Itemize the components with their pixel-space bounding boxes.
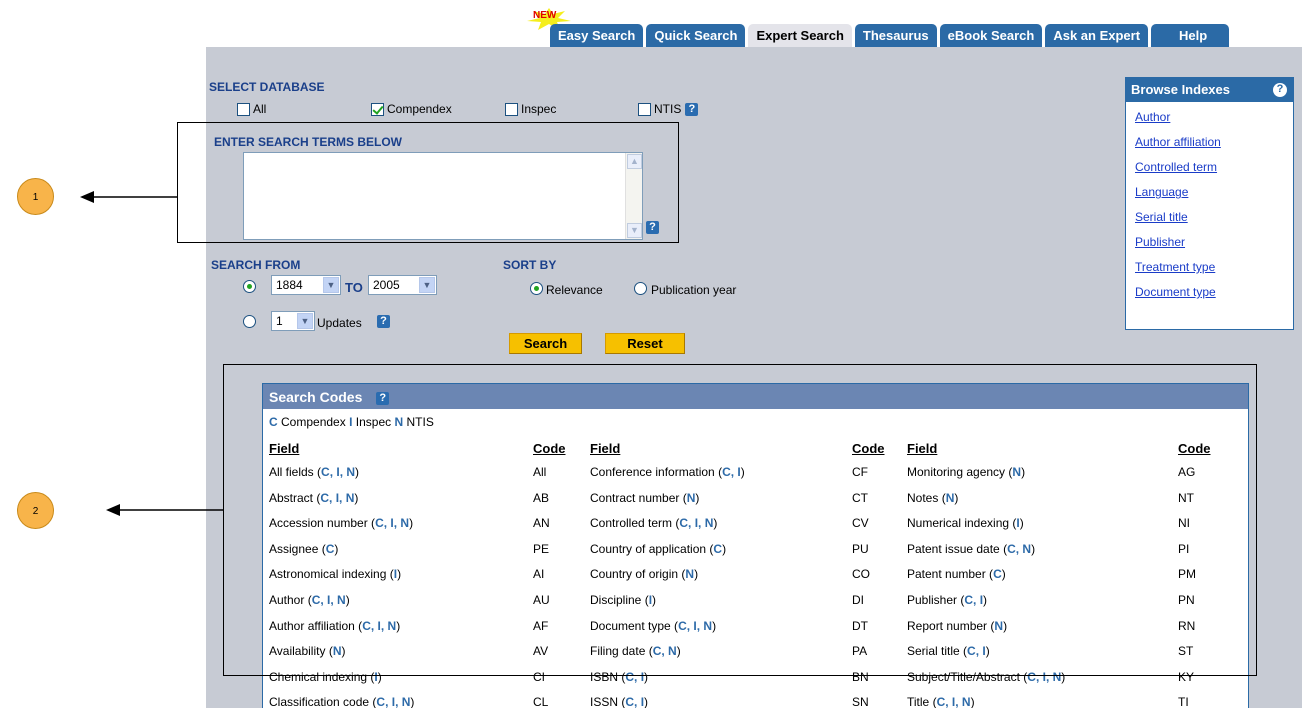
sort-publication-year-label: Publication year	[651, 283, 737, 297]
from-year-select[interactable]: 1884 ▼	[271, 275, 341, 295]
browse-link-publisher[interactable]: Publisher	[1135, 229, 1293, 254]
updates-radio[interactable]	[243, 315, 256, 328]
search-button[interactable]: Search	[509, 333, 582, 354]
updates-select[interactable]: 1 ▼	[271, 311, 315, 331]
db-ntis-option[interactable]: NTIS ?	[638, 102, 699, 116]
browse-link-treatment-type[interactable]: Treatment type	[1135, 254, 1293, 279]
browse-link-serial-title[interactable]: Serial title	[1135, 204, 1293, 229]
db-ntis-label: NTIS	[654, 102, 682, 116]
browse-indexes-title: Browse Indexes	[1131, 82, 1230, 97]
field-name: ISSN	[590, 695, 619, 708]
tab-expert-search[interactable]: Expert Search	[748, 24, 852, 47]
field-databases: C, I	[625, 695, 645, 708]
field-name: Classification code	[269, 695, 370, 708]
arrow-2-icon	[106, 504, 224, 516]
db-inspec-option[interactable]: Inspec	[505, 102, 556, 116]
db-inspec-checkbox[interactable]	[505, 102, 518, 116]
callout-1: 1	[17, 178, 54, 215]
reset-button[interactable]: Reset	[605, 333, 685, 354]
to-year-value: 2005	[373, 278, 400, 292]
browse-link-document-type[interactable]: Document type	[1135, 279, 1293, 304]
tab-help[interactable]: Help	[1151, 24, 1230, 47]
annotation-frame-2	[223, 364, 1257, 676]
search-code-value: CL	[533, 695, 549, 708]
updates-label: Updates	[317, 316, 362, 330]
search-code-value: SN	[852, 695, 869, 708]
db-compendex-option[interactable]: Compendex	[371, 102, 452, 116]
to-year-select[interactable]: 2005 ▼	[368, 275, 437, 295]
callout-2: 2	[17, 492, 54, 529]
search-code-value: TI	[1178, 695, 1189, 708]
sort-publication-year-radio[interactable]	[634, 282, 647, 295]
db-all-option[interactable]: All	[237, 102, 266, 116]
browse-link-language[interactable]: Language	[1135, 179, 1293, 204]
search-from-label: SEARCH FROM	[211, 258, 301, 272]
tab-bar: Easy Search Quick Search Expert Search T…	[550, 24, 1232, 48]
search-code-field: Title (C, I, N)	[907, 695, 975, 708]
annotation-frame-1	[177, 122, 679, 243]
tab-easy-search[interactable]: Easy Search	[550, 24, 644, 47]
browse-link-author[interactable]: Author	[1135, 104, 1293, 129]
chevron-down-icon: ▼	[297, 313, 313, 329]
db-all-label: All	[253, 102, 267, 116]
select-database-label: SELECT DATABASE	[209, 80, 325, 94]
date-range-radio[interactable]	[243, 280, 256, 293]
tab-ask-an-expert[interactable]: Ask an Expert	[1045, 24, 1149, 47]
search-code-field: Classification code (C, I, N)	[269, 695, 415, 708]
browse-help-icon[interactable]: ?	[1273, 83, 1287, 97]
db-inspec-label: Inspec	[521, 102, 557, 116]
search-code-field: ISSN (C, I)	[590, 695, 649, 708]
db-all-checkbox[interactable]	[237, 102, 250, 116]
chevron-down-icon: ▼	[323, 277, 339, 293]
field-databases: C, I, N	[376, 695, 411, 708]
browse-link-author-affiliation[interactable]: Author affiliation	[1135, 129, 1293, 154]
sort-relevance-radio[interactable]	[530, 282, 543, 295]
tab-quick-search[interactable]: Quick Search	[646, 24, 746, 47]
updates-help-icon[interactable]: ?	[377, 315, 390, 328]
db-compendex-checkbox[interactable]	[371, 102, 384, 116]
browse-indexes-panel: Browse Indexes ? Author Author affiliati…	[1125, 77, 1294, 330]
field-databases: C, I, N	[936, 695, 971, 708]
from-year-value: 1884	[276, 278, 303, 292]
sort-by-label: SORT BY	[503, 258, 557, 272]
tab-ebook-search[interactable]: eBook Search	[939, 24, 1043, 47]
to-label: TO	[345, 280, 363, 295]
ntis-help-icon[interactable]: ?	[685, 102, 699, 116]
updates-value: 1	[276, 314, 283, 328]
browse-link-controlled-term[interactable]: Controlled term	[1135, 154, 1293, 179]
db-ntis-checkbox[interactable]	[638, 102, 651, 116]
new-badge-text: NEW	[533, 10, 557, 21]
db-compendex-label: Compendex	[387, 102, 452, 116]
browse-indexes-header: Browse Indexes ?	[1126, 78, 1293, 102]
arrow-1-icon	[80, 191, 178, 203]
chevron-down-icon: ▼	[419, 277, 435, 293]
field-name: Title	[907, 695, 930, 708]
sort-relevance-label: Relevance	[546, 283, 603, 297]
tab-thesaurus[interactable]: Thesaurus	[854, 24, 937, 47]
